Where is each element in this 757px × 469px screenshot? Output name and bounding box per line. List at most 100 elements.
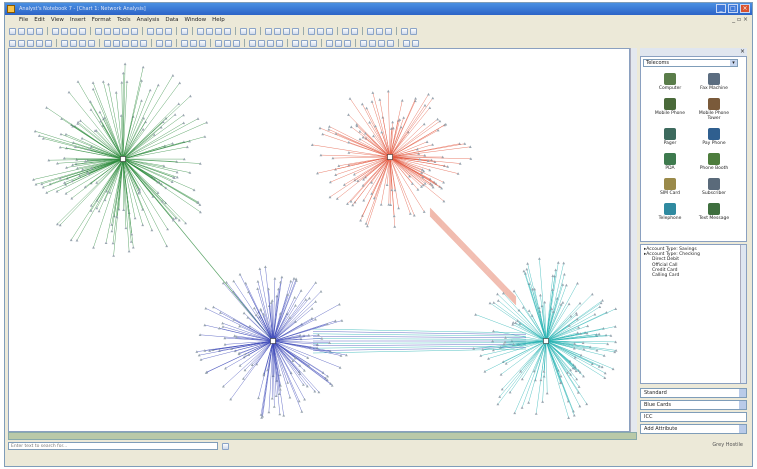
network-leaf-node[interactable] [601, 299, 604, 302]
network-leaf-node[interactable] [422, 122, 426, 126]
network-leaf-node[interactable] [199, 210, 202, 214]
network-leaf-node[interactable] [551, 274, 555, 277]
network-leaf-node[interactable] [196, 117, 200, 120]
network-leaf-node[interactable] [364, 222, 368, 225]
network-leaf-node[interactable] [563, 272, 566, 276]
network-leaf-node[interactable] [372, 134, 375, 138]
network-leaf-node[interactable] [586, 324, 590, 328]
network-leaf-node[interactable] [389, 203, 393, 206]
tb2-button[interactable] [181, 39, 188, 47]
network-leaf-node[interactable] [308, 296, 311, 300]
add-attribute-select[interactable]: Add Attribute [640, 424, 747, 434]
network-leaf-node[interactable] [212, 305, 215, 309]
network-leaf-node[interactable] [64, 192, 68, 195]
menu-file[interactable]: File [19, 17, 28, 23]
tb1-button[interactable] [376, 27, 383, 35]
network-leaf-node[interactable] [603, 376, 607, 379]
network-leaf-node[interactable] [444, 122, 448, 126]
network-leaf-node[interactable] [123, 62, 127, 66]
tb1-button[interactable] [9, 27, 16, 35]
palette-item[interactable]: Mobile Phone [651, 98, 689, 121]
network-leaf-node[interactable] [224, 366, 227, 370]
network-leaf-node[interactable] [338, 302, 341, 306]
network-leaf-node[interactable] [539, 378, 543, 382]
tb2-button[interactable] [387, 39, 394, 47]
network-leaf-node[interactable] [538, 257, 541, 260]
network-leaf-node[interactable] [258, 267, 262, 270]
network-leaf-node[interactable] [328, 195, 332, 199]
network-leaf-node[interactable] [559, 374, 563, 378]
network-leaf-node[interactable] [304, 298, 308, 301]
network-leaf-node[interactable] [423, 103, 427, 107]
tb1-button[interactable] [401, 27, 408, 35]
tb1-button[interactable] [351, 27, 358, 35]
tb1-button[interactable] [283, 27, 290, 35]
network-leaf-node[interactable] [79, 119, 82, 122]
network-leaf-node[interactable] [272, 405, 276, 408]
palette-category-select[interactable]: Telecoms ▾ [643, 59, 738, 67]
network-leaf-node[interactable] [520, 406, 524, 409]
network-leaf-node[interactable] [112, 254, 115, 257]
network-leaf-node[interactable] [496, 292, 499, 296]
network-leaf-node[interactable] [359, 218, 362, 222]
tb1-button[interactable] [274, 27, 281, 35]
network-leaf-node[interactable] [572, 413, 576, 417]
network-leaf-node[interactable] [171, 74, 175, 77]
tb1-button[interactable] [113, 27, 120, 35]
network-leaf-node[interactable] [280, 275, 284, 279]
network-leaf-node[interactable] [574, 311, 578, 315]
network-leaf-node[interactable] [189, 94, 192, 98]
menu-insert[interactable]: Insert [70, 17, 86, 23]
network-leaf-node[interactable] [567, 416, 570, 419]
network-leaf-node[interactable] [41, 185, 45, 189]
network-leaf-node[interactable] [371, 91, 375, 94]
network-leaf-node[interactable] [298, 333, 302, 337]
network-leaf-node[interactable] [299, 289, 303, 292]
menu-window[interactable]: Window [184, 17, 206, 23]
network-leaf-node[interactable] [593, 312, 597, 316]
palette-item[interactable]: Mobile Phone Tower [695, 98, 733, 121]
network-leaf-node[interactable] [45, 191, 49, 194]
network-leaf-node[interactable] [399, 125, 403, 129]
tb1-button[interactable] [197, 27, 204, 35]
network-leaf-node[interactable] [511, 321, 515, 324]
network-leaf-node[interactable] [428, 106, 432, 109]
network-leaf-node[interactable] [397, 206, 400, 210]
palette-item[interactable]: Subscriber [695, 178, 733, 196]
network-leaf-node[interactable] [127, 249, 131, 253]
network-leaf-node[interactable] [534, 412, 538, 415]
tb1-button[interactable] [385, 27, 392, 35]
network-leaf-node[interactable] [273, 277, 277, 280]
network-leaf-node[interactable] [319, 290, 323, 293]
menu-tools[interactable]: Tools [117, 17, 131, 23]
network-leaf-node[interactable] [567, 302, 571, 306]
network-leaf-node[interactable] [393, 225, 397, 228]
network-leaf-node[interactable] [499, 373, 503, 376]
network-leaf-node[interactable] [289, 279, 293, 283]
network-leaf-node[interactable] [203, 135, 207, 138]
network-leaf-node[interactable] [182, 113, 185, 117]
network-leaf-node[interactable] [192, 188, 196, 192]
tb2-button[interactable] [27, 39, 34, 47]
network-leaf-node[interactable] [221, 325, 225, 328]
tb1-button[interactable] [308, 27, 315, 35]
network-leaf-node[interactable] [242, 311, 246, 315]
network-leaf-node[interactable] [111, 241, 115, 245]
style-select[interactable]: Standard [640, 388, 747, 398]
palette-item[interactable]: Pager [651, 128, 689, 146]
tb2-button[interactable] [70, 39, 77, 47]
tb1-button[interactable] [181, 27, 188, 35]
network-leaf-node[interactable] [366, 224, 369, 228]
network-leaf-node[interactable] [338, 366, 342, 369]
network-leaf-node[interactable] [525, 267, 529, 271]
tb1-button[interactable] [104, 27, 111, 35]
network-leaf-node[interactable] [256, 280, 260, 283]
network-leaf-node[interactable] [412, 213, 416, 217]
tb2-button[interactable] [61, 39, 68, 47]
network-leaf-node[interactable] [543, 300, 547, 304]
tb1-button[interactable] [317, 27, 324, 35]
network-leaf-node[interactable] [89, 204, 93, 207]
network-leaf-node[interactable] [527, 401, 530, 404]
tb1-button[interactable] [36, 27, 43, 35]
network-hub-node[interactable] [120, 156, 126, 162]
